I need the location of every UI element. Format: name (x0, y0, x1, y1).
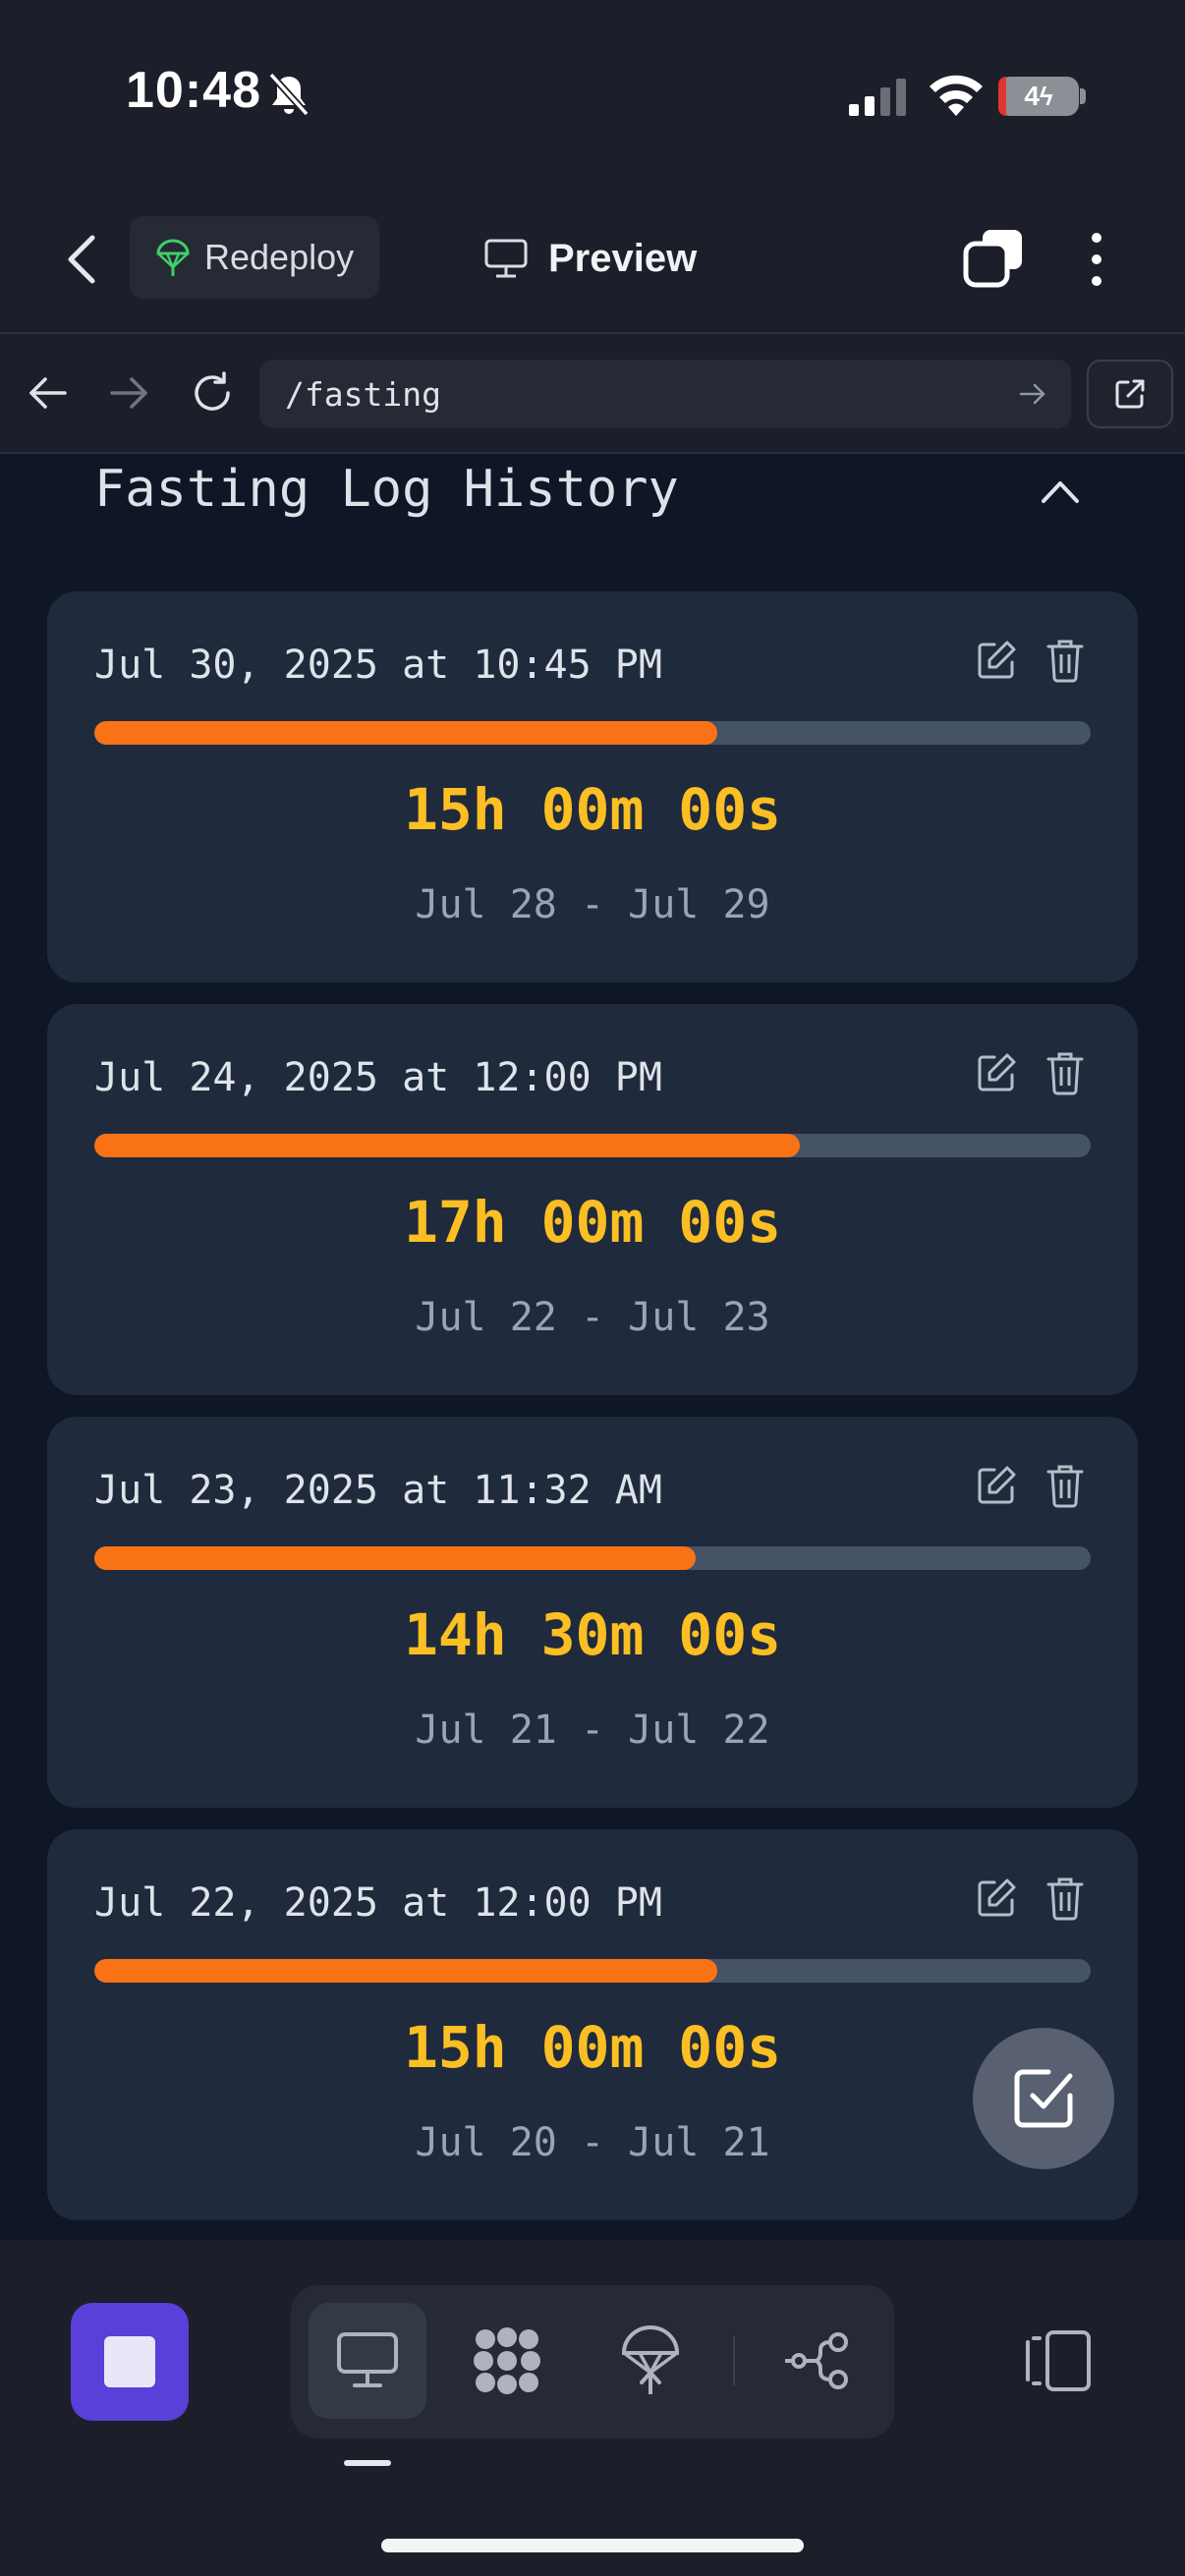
url-input[interactable]: /fasting (259, 360, 1071, 428)
log-date: Jul 23, 2025 at 11:32 AM (94, 1468, 662, 1513)
preview-label: Preview (548, 236, 698, 280)
arrow-right-icon[interactable] (1018, 379, 1047, 409)
progress-fill (94, 1959, 717, 1983)
log-duration: 15h 00m 00s (403, 2014, 782, 2081)
open-external-button[interactable] (1087, 360, 1173, 428)
progress-track (94, 1546, 1091, 1570)
trash-icon[interactable] (1045, 1049, 1085, 1096)
grid-blob-icon (474, 2327, 540, 2394)
log-date-range: Jul 28 - Jul 29 (415, 882, 770, 927)
side-panel-icon[interactable] (1018, 2328, 1093, 2393)
apps-button[interactable] (448, 2303, 566, 2419)
log-card: Jul 24, 2025 at 12:00 PM 17h 00m 00s Jul… (47, 1004, 1138, 1395)
trash-icon[interactable] (1045, 637, 1085, 684)
parachute-icon (156, 239, 190, 276)
progress-track (94, 1134, 1091, 1157)
url-text: /fasting (285, 374, 441, 414)
battery-indicator: 4ϟ (998, 77, 1079, 116)
log-duration: 15h 00m 00s (403, 776, 782, 843)
external-link-icon (1115, 379, 1145, 409)
log-duration: 17h 00m 00s (403, 1189, 782, 1256)
redeploy-label: Redeploy (204, 237, 355, 277)
cellular-signal-icon (849, 79, 906, 116)
progress-fill (94, 721, 717, 745)
log-date-range: Jul 22 - Jul 23 (415, 1295, 770, 1340)
monitor-icon (337, 2332, 398, 2387)
log-date: Jul 22, 2025 at 12:00 PM (94, 1880, 662, 1926)
share-nodes-icon (785, 2332, 848, 2389)
parachute-icon (621, 2325, 680, 2394)
battery-level: 4 (1024, 81, 1040, 111)
progress-fill (94, 1134, 800, 1157)
log-date: Jul 24, 2025 at 12:00 PM (94, 1055, 662, 1100)
redeploy-button[interactable]: Redeploy (130, 216, 379, 299)
log-date-range: Jul 20 - Jul 21 (415, 2120, 770, 2165)
wifi-icon (930, 75, 983, 116)
chevron-left-icon[interactable] (55, 228, 110, 291)
monitor-icon (484, 239, 528, 278)
chevron-up-icon[interactable] (1038, 472, 1083, 511)
log-card: Jul 23, 2025 at 11:32 AM 14h 30m 00s Jul… (47, 1417, 1138, 1808)
log-card: Jul 22, 2025 at 12:00 PM 15h 00m 00s Jul… (47, 1829, 1138, 2220)
toolbar-separator (733, 2336, 735, 2385)
log-date: Jul 30, 2025 at 10:45 PM (94, 643, 662, 688)
status-time: 10:48 (126, 62, 261, 119)
complete-fast-button[interactable] (973, 2028, 1114, 2169)
section-title: Fasting Log History (94, 460, 679, 519)
check-square-icon (1014, 2069, 1073, 2128)
trash-icon[interactable] (1045, 1462, 1085, 1509)
edit-icon[interactable] (975, 1876, 1018, 1920)
home-indicator (381, 2539, 804, 2552)
progress-track (94, 721, 1091, 745)
preview-title: Preview (483, 224, 697, 293)
more-vertical-icon[interactable] (1083, 230, 1110, 289)
header-divider (0, 332, 1185, 334)
stacked-windows-icon[interactable] (963, 228, 1024, 289)
charging-bolt-icon: ϟ (1039, 81, 1053, 111)
progress-track (94, 1959, 1091, 1983)
log-duration: 14h 30m 00s (403, 1601, 782, 1668)
desktop-view-button[interactable] (309, 2303, 426, 2419)
arrow-left-icon[interactable] (26, 373, 71, 413)
edit-icon[interactable] (975, 1051, 1018, 1094)
arrow-right-icon[interactable] (106, 373, 151, 413)
edit-icon[interactable] (975, 1464, 1018, 1507)
progress-fill (94, 1546, 697, 1570)
graph-button[interactable] (759, 2303, 876, 2419)
stop-button[interactable] (71, 2303, 189, 2421)
edit-icon[interactable] (975, 639, 1018, 682)
log-date-range: Jul 21 - Jul 22 (415, 1708, 770, 1753)
battery-nub (1080, 88, 1086, 104)
reload-icon[interactable] (189, 369, 236, 417)
stop-icon (104, 2336, 155, 2387)
trash-icon[interactable] (1045, 1875, 1085, 1922)
log-card: Jul 30, 2025 at 10:45 PM 15h 00m 00s Jul… (47, 591, 1138, 982)
preview-content: Fasting Log History Jul 30, 2025 at 10:4… (0, 454, 1185, 2240)
bell-off-icon (268, 72, 310, 117)
deploy-button[interactable] (592, 2303, 709, 2419)
view-switcher (291, 2285, 894, 2438)
active-tab-indicator (344, 2460, 391, 2466)
